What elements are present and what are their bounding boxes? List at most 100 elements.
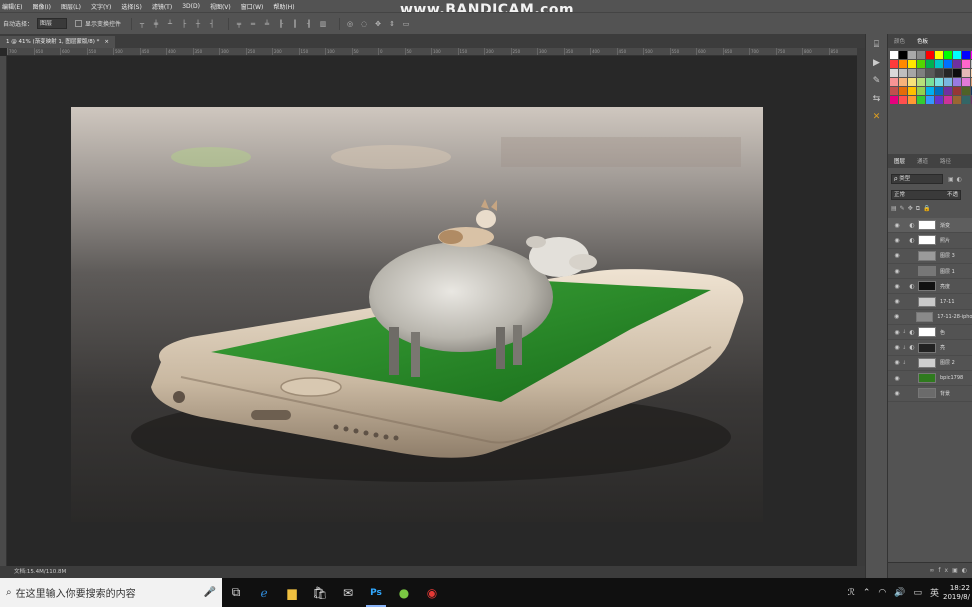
color-swatch[interactable] <box>926 60 934 68</box>
blend-mode-dropdown[interactable]: 不透 正常 <box>891 190 961 200</box>
clock[interactable]: 18:22 2019/8/ <box>943 584 970 602</box>
menu-3d[interactable]: 3D(D) <box>182 3 200 10</box>
color-swatch[interactable] <box>917 51 925 59</box>
taskbar-search-box[interactable]: ⌕ 在这里输入你要搜索的内容 🎤 <box>0 578 222 607</box>
visibility-eye-icon[interactable]: ◉ <box>892 222 902 229</box>
color-swatch[interactable] <box>926 51 934 59</box>
color-swatch[interactable] <box>908 78 916 86</box>
3d-drag-icon[interactable]: ✥ <box>374 20 382 28</box>
color-swatch[interactable] <box>962 60 970 68</box>
visibility-eye-icon[interactable]: ◉ <box>892 390 902 397</box>
color-swatch[interactable] <box>908 87 916 95</box>
store-icon[interactable]: 🛍 <box>306 578 334 607</box>
align-left-icon[interactable]: ├ <box>180 20 188 28</box>
distribute-hcenter-icon[interactable]: ║ <box>291 20 299 28</box>
color-swatch[interactable] <box>908 96 916 104</box>
distribute-top-icon[interactable]: ╤ <box>235 20 243 28</box>
battery-icon[interactable]: ▭ <box>913 588 922 598</box>
brush-preset-icon[interactable]: ✎ <box>870 74 884 88</box>
color-swatch[interactable] <box>899 87 907 95</box>
tab-channels[interactable]: 通道 <box>917 157 928 165</box>
menu-image[interactable]: 图像(I) <box>32 2 50 11</box>
color-swatch[interactable] <box>899 96 907 104</box>
network-icon[interactable]: ◠ <box>878 588 886 598</box>
tab-layers[interactable]: 图层 <box>894 157 905 165</box>
color-swatch[interactable] <box>899 51 907 59</box>
color-swatch[interactable] <box>944 87 952 95</box>
visibility-eye-icon[interactable]: ◉ <box>892 313 901 320</box>
filter-icons[interactable]: ▣◐ <box>948 176 965 183</box>
color-swatch[interactable] <box>908 60 916 68</box>
menu-help[interactable]: 帮助(H) <box>273 2 294 11</box>
layer-row[interactable]: ◉ ↓ ◐ 色 <box>888 325 972 341</box>
tools-icon[interactable]: ✕ <box>870 110 884 124</box>
history-icon[interactable]: ⌸ <box>870 38 884 52</box>
color-swatch[interactable] <box>944 78 952 86</box>
vertical-ruler[interactable] <box>0 56 7 566</box>
color-swatch[interactable] <box>935 87 943 95</box>
menu-layer[interactable]: 图层(L) <box>61 2 81 11</box>
color-swatch[interactable] <box>944 60 952 68</box>
color-swatch[interactable] <box>953 96 961 104</box>
vertical-scrollbar[interactable] <box>857 48 865 566</box>
align-right-icon[interactable]: ┤ <box>208 20 216 28</box>
distribute-bottom-icon[interactable]: ╧ <box>263 20 271 28</box>
distribute-vcenter-icon[interactable]: ═ <box>249 20 257 28</box>
layer-row[interactable]: ◉ ↓ 图层 2 <box>888 356 972 371</box>
add-mask-icon[interactable]: ▣ <box>952 567 962 574</box>
color-swatch[interactable] <box>962 69 970 77</box>
color-swatch[interactable] <box>926 96 934 104</box>
color-swatch[interactable] <box>890 96 898 104</box>
layer-filter-dropdown[interactable]: ρ 类型 <box>891 174 943 184</box>
new-adjustment-icon[interactable]: ◐ <box>962 567 971 574</box>
menu-view[interactable]: 视图(V) <box>210 2 231 11</box>
visibility-eye-icon[interactable]: ◉ <box>892 344 902 351</box>
menu-select[interactable]: 选择(S) <box>121 2 142 11</box>
color-swatch[interactable] <box>890 69 898 77</box>
layer-row[interactable]: ◉ 17-11-28-iphon <box>888 310 972 326</box>
color-swatch[interactable] <box>908 69 916 77</box>
close-icon[interactable]: × <box>104 36 109 48</box>
show-transform-checkbox[interactable] <box>75 20 83 27</box>
color-swatch[interactable] <box>953 51 961 59</box>
layer-row[interactable]: ◉ 背景 <box>888 386 972 402</box>
color-swatch[interactable] <box>899 78 907 86</box>
color-swatch[interactable] <box>935 69 943 77</box>
layer-row[interactable]: ◉ bpic1798 <box>888 371 972 387</box>
edge-browser-icon[interactable]: ℯ <box>250 578 278 607</box>
adjustments-icon[interactable]: ⇆ <box>870 92 884 106</box>
visibility-eye-icon[interactable]: ◉ <box>892 268 902 275</box>
horizontal-ruler[interactable]: 700 650 600 550 500 450 400 350 300 250 200 150 100 5… <box>7 48 857 56</box>
color-swatch[interactable] <box>962 87 970 95</box>
color-swatch[interactable] <box>890 87 898 95</box>
visibility-eye-icon[interactable]: ◉ <box>892 375 902 382</box>
menu-filter[interactable]: 滤镜(T) <box>152 2 172 11</box>
3d-orbit-icon[interactable]: ◎ <box>346 20 354 28</box>
color-swatch[interactable] <box>944 96 952 104</box>
task-view-icon[interactable]: ⧉ <box>222 578 250 607</box>
menu-type[interactable]: 文字(Y) <box>91 2 111 11</box>
color-swatch[interactable] <box>917 69 925 77</box>
color-swatch[interactable] <box>899 69 907 77</box>
color-swatch[interactable] <box>890 78 898 86</box>
color-swatch[interactable] <box>917 78 925 86</box>
color-swatch[interactable] <box>935 78 943 86</box>
color-swatch[interactable] <box>917 60 925 68</box>
fx-icon[interactable]: fx <box>938 567 952 574</box>
visibility-eye-icon[interactable]: ◉ <box>892 283 902 290</box>
color-swatch[interactable] <box>926 78 934 86</box>
layer-row[interactable]: ◉ ◐ 照片 <box>888 233 972 249</box>
auto-align-icon[interactable]: ▥ <box>319 20 327 28</box>
visibility-eye-icon[interactable]: ◉ <box>892 329 902 336</box>
layer-row[interactable]: ◉ ◐ 亮度 <box>888 279 972 295</box>
link-layers-icon[interactable]: ∞ <box>929 567 938 574</box>
color-swatch[interactable] <box>944 51 952 59</box>
color-swatch[interactable] <box>962 51 970 59</box>
mail-icon[interactable]: ✉ <box>334 578 362 607</box>
color-swatch[interactable] <box>953 60 961 68</box>
align-top-icon[interactable]: ┬ <box>138 20 146 28</box>
layer-row[interactable]: ◉ ↓ ◐ 亮 <box>888 340 972 356</box>
input-method[interactable]: 英 <box>930 586 939 599</box>
color-swatch[interactable] <box>935 51 943 59</box>
app-green-icon[interactable]: ● <box>390 578 418 607</box>
